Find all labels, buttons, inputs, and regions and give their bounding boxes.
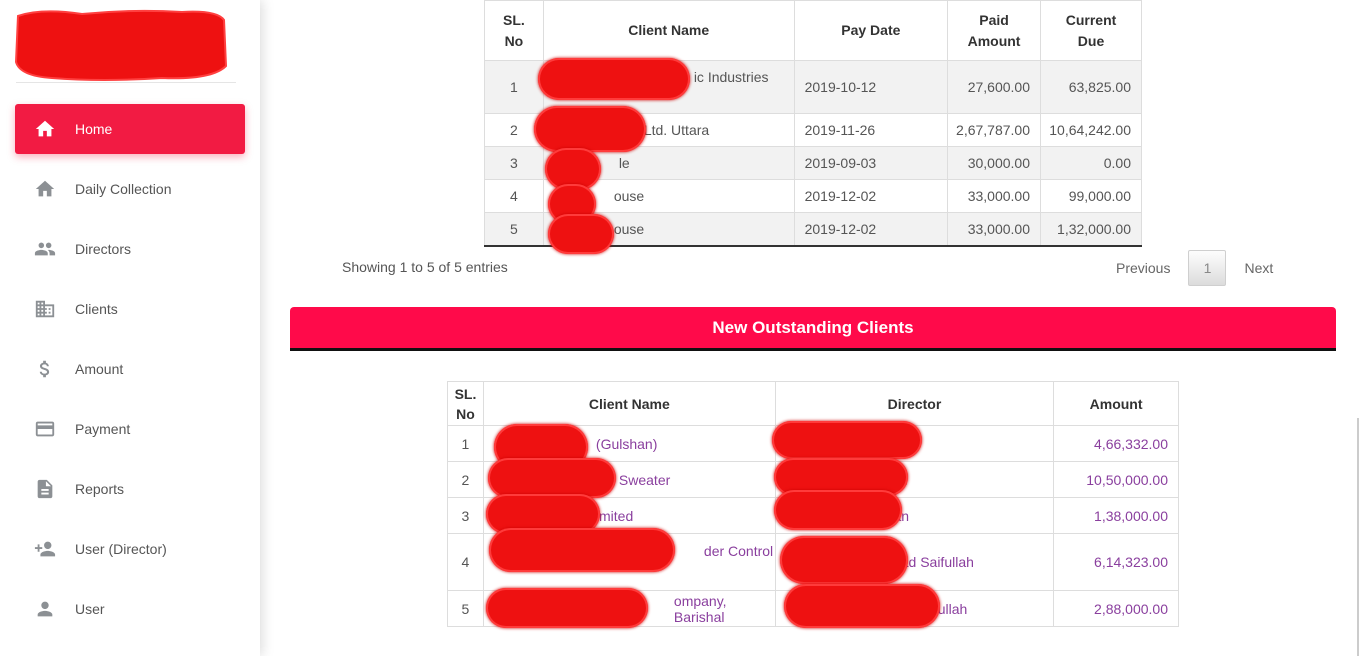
cell-amount[interactable]: 4,66,332.00 [1053, 425, 1179, 462]
sidebar-item-label: Clients [75, 301, 118, 317]
cell-due: 0.00 [1040, 146, 1142, 180]
sidebar: Home Daily Collection Directors Clients … [0, 0, 260, 656]
cell-due: 10,64,242.00 [1040, 113, 1142, 147]
home-icon [33, 117, 57, 141]
pagination: Previous 1 Next [1104, 250, 1285, 286]
redaction [548, 214, 614, 254]
cell-date: 2019-10-12 [793, 60, 949, 114]
header-sl[interactable]: SL. No [447, 381, 484, 426]
cell-paid: 33,000.00 [947, 212, 1042, 246]
cell-sl: 1 [484, 60, 544, 114]
previous-button[interactable]: Previous [1104, 260, 1182, 276]
cell-paid: 2,67,787.00 [947, 113, 1042, 147]
sidebar-item-clients[interactable]: Clients [15, 284, 245, 334]
header-due-label: Current Due [1065, 11, 1117, 49]
header-sl-label: SL. No [503, 11, 525, 49]
outstanding-clients-banner: New Outstanding Clients [290, 307, 1336, 351]
banner-title: New Outstanding Clients [712, 317, 914, 337]
page-1-button[interactable]: 1 [1188, 250, 1227, 286]
cell-paid: 27,600.00 [947, 60, 1042, 114]
sidebar-item-label: Payment [75, 421, 131, 437]
people-icon [33, 237, 57, 261]
sidebar-item-label: Amount [75, 361, 124, 377]
redaction [772, 421, 922, 459]
header-client-name[interactable]: Client Name [482, 381, 776, 426]
cell-amount[interactable]: 10,50,000.00 [1053, 461, 1179, 498]
redaction [486, 588, 648, 628]
document-icon [33, 477, 57, 501]
redaction [489, 528, 675, 572]
logo-divider [16, 82, 236, 83]
cell-sl: 3 [447, 497, 484, 534]
header-pay-date[interactable]: Pay Date [793, 0, 949, 61]
cell-sl: 1 [447, 425, 484, 462]
sidebar-item-directors[interactable]: Directors [15, 224, 245, 274]
sidebar-item-user[interactable]: User [15, 584, 245, 634]
header-paid-amount[interactable]: Paid Amount [947, 0, 1042, 61]
credit-card-icon [33, 417, 57, 441]
header-date-label: Pay Date [841, 22, 901, 38]
header-client-label: Client Name [588, 395, 670, 412]
sidebar-item-label: Daily Collection [75, 181, 172, 197]
redaction [774, 490, 902, 530]
sidebar-item-reports[interactable]: Reports [15, 464, 245, 514]
cell-date: 2019-11-26 [793, 113, 949, 147]
cell-sl: 3 [484, 146, 544, 180]
header-sl[interactable]: SL. No [484, 0, 544, 61]
dollar-icon [33, 357, 57, 381]
cell-due: 99,000.00 [1040, 179, 1142, 213]
sidebar-item-payment[interactable]: Payment [15, 404, 245, 454]
sidebar-item-user-director[interactable]: User (Director) [15, 524, 245, 574]
building-icon [33, 297, 57, 321]
scrollbar[interactable] [1357, 418, 1359, 656]
add-user-icon [33, 537, 57, 561]
redaction [538, 58, 690, 100]
next-button[interactable]: Next [1232, 260, 1285, 276]
cell-due: 1,32,000.00 [1040, 212, 1142, 246]
cell-paid: 33,000.00 [947, 179, 1042, 213]
sidebar-item-label: Directors [75, 241, 132, 257]
cell-amount[interactable]: 1,38,000.00 [1053, 497, 1179, 534]
cell-paid: 30,000.00 [947, 146, 1042, 180]
redaction [784, 584, 940, 628]
redaction [780, 536, 908, 584]
sidebar-item-home[interactable]: Home [15, 104, 245, 154]
home-icon [33, 177, 57, 201]
cell-sl: 4 [447, 533, 484, 591]
cell-due: 63,825.00 [1040, 60, 1142, 114]
cell-date: 2019-12-02 [793, 212, 949, 246]
header-client-label: Client Name [628, 22, 710, 38]
header-director[interactable]: Director [774, 381, 1055, 426]
header-director-label: Director [887, 395, 942, 412]
header-amount[interactable]: Amount [1053, 381, 1179, 426]
logo-redacted [14, 9, 228, 81]
header-amount-label: Amount [1089, 395, 1143, 412]
cell-sl: 5 [484, 212, 544, 246]
redaction [534, 106, 646, 152]
table-info: Showing 1 to 5 of 5 entries [342, 259, 508, 275]
redaction [488, 458, 616, 498]
sidebar-item-label: User (Director) [75, 541, 167, 557]
cell-sl: 2 [447, 461, 484, 498]
cell-date: 2019-12-02 [793, 179, 949, 213]
cell-date: 2019-09-03 [793, 146, 949, 180]
header-current-due[interactable]: Current Due [1040, 0, 1142, 61]
header-client-name[interactable]: Client Name [542, 0, 795, 61]
cell-amount[interactable]: 6,14,323.00 [1053, 533, 1179, 591]
sidebar-item-label: User [75, 601, 105, 617]
person-icon [33, 597, 57, 621]
sidebar-item-amount[interactable]: Amount [15, 344, 245, 394]
cell-sl: 4 [484, 179, 544, 213]
sidebar-nav: Home Daily Collection Directors Clients … [15, 104, 245, 644]
cell-sl: 5 [447, 590, 484, 627]
sidebar-item-daily-collection[interactable]: Daily Collection [15, 164, 245, 214]
cell-amount[interactable]: 2,88,000.00 [1053, 590, 1179, 627]
header-sl-label: SL. No [454, 385, 477, 422]
sidebar-item-label: Home [75, 121, 113, 137]
header-paid-label: Paid Amount [967, 11, 1021, 49]
sidebar-item-label: Reports [75, 481, 125, 497]
